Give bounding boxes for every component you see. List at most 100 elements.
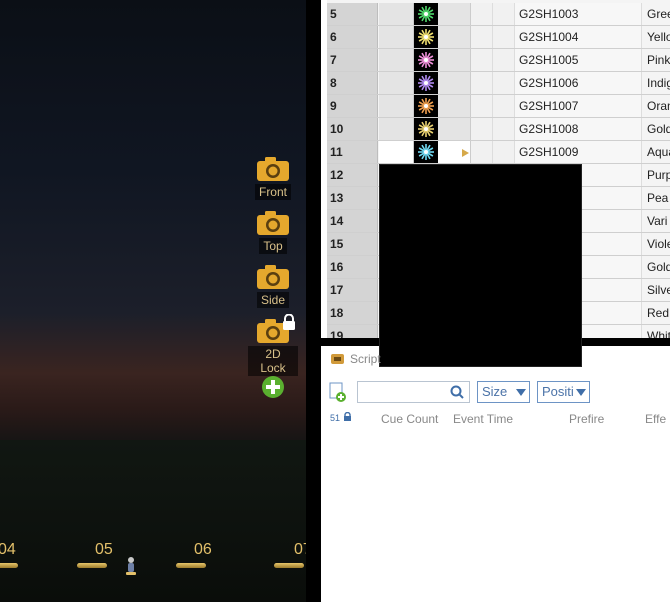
effect-name-cell[interactable]: Red <box>643 302 670 324</box>
firework-thumbnail-icon <box>414 49 438 71</box>
table-cell[interactable] <box>438 3 471 25</box>
table-row[interactable]: 7 G2SH1005 Pink <box>327 49 670 72</box>
add-camera-button[interactable] <box>261 375 285 399</box>
table-cell[interactable] <box>493 72 515 94</box>
table-row[interactable]: 5 G2SH1003Gree <box>327 3 670 26</box>
table-cell[interactable] <box>471 141 493 163</box>
effect-name-cell[interactable]: Whit <box>643 325 670 338</box>
row-number: 14 <box>327 210 378 232</box>
size-dropdown[interactable]: Size <box>477 381 530 403</box>
firework-thumbnail-icon <box>414 118 438 140</box>
table-cell[interactable] <box>493 3 515 25</box>
table-cell[interactable] <box>493 95 515 117</box>
lock-icon <box>343 411 351 421</box>
table-cell[interactable] <box>379 49 414 71</box>
position-marker <box>77 563 107 568</box>
script-tab-label: Script <box>350 352 381 366</box>
table-cell[interactable] <box>379 141 414 163</box>
effect-name-cell[interactable]: Pea <box>643 187 670 209</box>
camera-label: Top <box>259 238 287 254</box>
table-cell[interactable] <box>471 95 493 117</box>
table-cell[interactable] <box>493 49 515 71</box>
part-number-cell[interactable]: G2SH1009 <box>515 141 642 163</box>
part-number-cell[interactable]: G2SH1006 <box>515 72 642 94</box>
script-search-input[interactable] <box>357 381 470 403</box>
effect-name-cell[interactable]: Vari <box>643 210 670 232</box>
table-row[interactable]: 6 G2SH1004 Yello <box>327 26 670 49</box>
column-header-cue-count[interactable]: Cue Count <box>381 412 438 426</box>
effect-name-cell[interactable]: Yello <box>643 26 670 48</box>
script-icon <box>331 353 344 365</box>
3d-viewport[interactable]: Front Top Side 2D Lock 04 05 06 07 <box>0 0 306 602</box>
firework-thumbnail-icon <box>414 26 438 48</box>
firework-thumbnail-icon <box>414 72 438 94</box>
effect-name-cell[interactable]: Viole <box>643 233 670 255</box>
camera-icon <box>256 210 290 236</box>
part-number-cell[interactable]: G2SH1005 <box>515 49 642 71</box>
table-cell[interactable] <box>471 118 493 140</box>
row-number: 8 <box>327 72 378 94</box>
effect-name-cell[interactable]: Gold <box>643 256 670 278</box>
part-number-cell[interactable]: G2SH1008 <box>515 118 642 140</box>
part-number-cell[interactable]: G2SH1004 <box>515 26 642 48</box>
effect-name-cell[interactable]: Aqua <box>643 141 670 163</box>
table-cell[interactable] <box>379 3 414 25</box>
row-number: 16 <box>327 256 378 278</box>
table-cell[interactable] <box>471 26 493 48</box>
position-dropdown[interactable]: Positi <box>537 381 590 403</box>
search-icon[interactable] <box>450 385 464 404</box>
table-cell[interactable] <box>471 72 493 94</box>
effect-name-cell[interactable]: Pink <box>643 49 670 71</box>
effect-name-cell[interactable]: Purp <box>643 164 670 186</box>
row-number: 12 <box>327 164 378 186</box>
selection-arrow-icon <box>462 149 469 157</box>
part-number-cell[interactable]: G2SH1003 <box>515 3 642 25</box>
panel-divider[interactable] <box>306 0 321 602</box>
table-cell[interactable] <box>438 26 471 48</box>
table-cell[interactable] <box>379 95 414 117</box>
table-cell[interactable] <box>438 95 471 117</box>
table-row[interactable]: 9 G2SH1007Oran <box>327 95 670 118</box>
table-cell[interactable] <box>379 26 414 48</box>
column-header-prefire[interactable]: Prefire <box>569 412 604 426</box>
firework-thumbnail-icon <box>414 95 438 117</box>
row-number: 11 <box>327 141 378 163</box>
table-cell[interactable] <box>438 49 471 71</box>
row-number: 17 <box>327 279 378 301</box>
table-cell[interactable] <box>493 26 515 48</box>
script-tab[interactable]: Script <box>331 352 381 368</box>
camera-icon <box>256 156 290 182</box>
column-header-effect[interactable]: Effe <box>645 412 666 426</box>
table-row[interactable]: 11 G2SH1009Aqua <box>327 141 670 164</box>
table-cell[interactable] <box>379 118 414 140</box>
part-number-cell[interactable]: G2SH1007 <box>515 95 642 117</box>
top-camera-button[interactable]: Top <box>248 210 298 255</box>
table-cell[interactable] <box>493 141 515 163</box>
row-number: 18 <box>327 302 378 324</box>
ground-plane <box>0 440 306 602</box>
column-header-event-time[interactable]: Event Time <box>453 412 513 426</box>
side-camera-button[interactable]: Side <box>248 264 298 309</box>
front-camera-button[interactable]: Front <box>248 156 298 201</box>
table-cell[interactable] <box>471 49 493 71</box>
new-script-button[interactable] <box>329 382 347 402</box>
table-row[interactable]: 10 G2SH1008 Gold <box>327 118 670 141</box>
row-number: 6 <box>327 26 378 48</box>
effect-name-cell[interactable]: Silve <box>643 279 670 301</box>
lock-icon <box>282 314 296 330</box>
size-dropdown-label: Size <box>482 384 508 399</box>
table-cell[interactable] <box>379 72 414 94</box>
firework-thumbnail-icon <box>414 3 438 25</box>
table-cell[interactable] <box>438 118 471 140</box>
position-label: 05 <box>95 541 113 558</box>
position-marker <box>176 563 206 568</box>
table-cell[interactable] <box>493 118 515 140</box>
table-cell[interactable] <box>438 72 471 94</box>
table-cell[interactable] <box>471 3 493 25</box>
2d-lock-camera-button[interactable]: 2D Lock <box>248 314 298 377</box>
effect-name-cell[interactable]: Oran <box>643 95 670 117</box>
table-row[interactable]: 8 G2SH1006 Indig <box>327 72 670 95</box>
effect-name-cell[interactable]: Gree <box>643 3 670 25</box>
effect-name-cell[interactable]: Indig <box>643 72 670 94</box>
effect-name-cell[interactable]: Gold <box>643 118 670 140</box>
